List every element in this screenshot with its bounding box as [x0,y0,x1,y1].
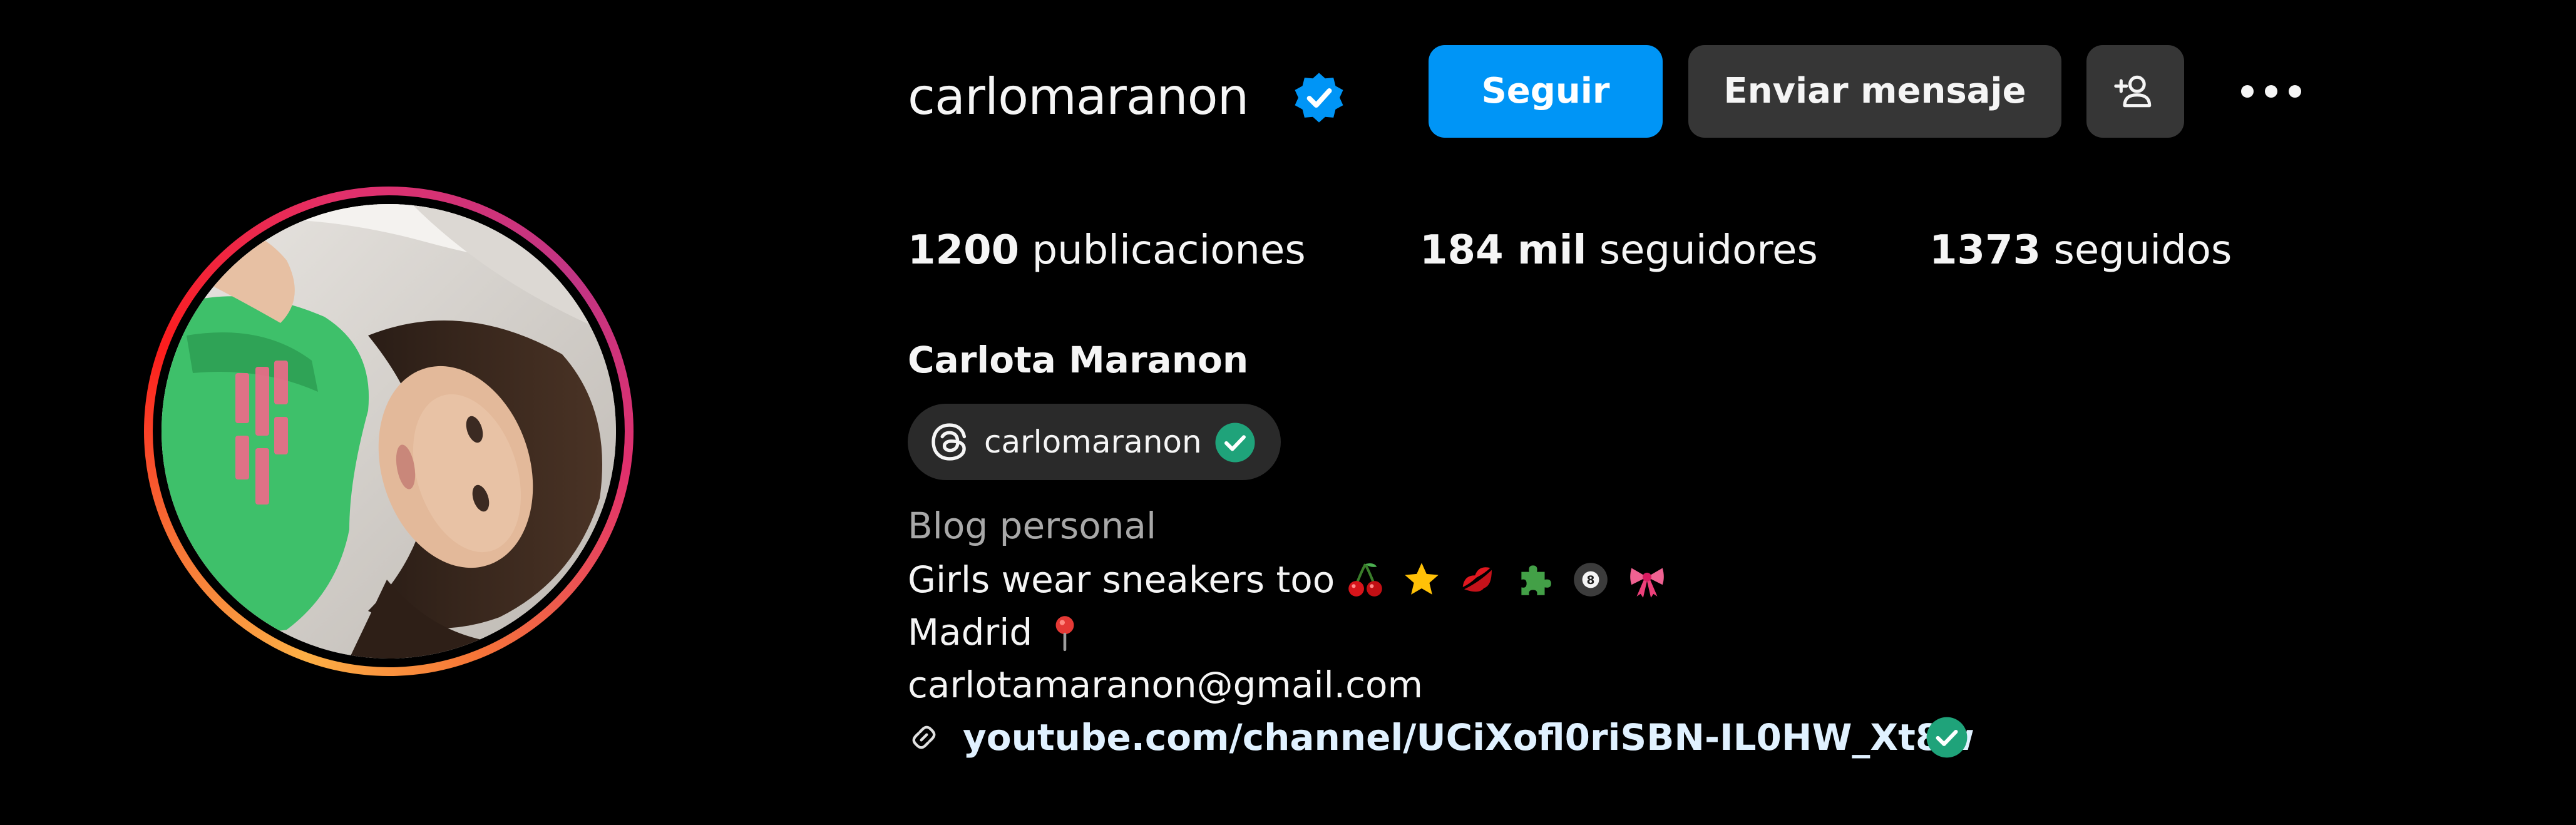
profile-username: carlomaranon [908,68,1249,126]
threads-icon [931,423,967,461]
bio-email: carlotamaranon@gmail.com [908,664,1423,706]
star-icon [1405,563,1439,595]
round-pushpin-icon [1055,616,1074,652]
link-icon [912,725,936,749]
followers-link[interactable]: 184 mil seguidores [1420,220,1818,280]
profile-category: Blog personal [908,505,1157,547]
send-message-button[interactable]: Enviar mensaje [1688,45,2061,138]
8-ball-icon: 8 [1574,563,1608,597]
verified-badge-icon [1295,73,1343,123]
ribbon-icon [1630,568,1664,598]
story-ring[interactable] [144,187,634,676]
followers-label: seguidores [1599,227,1818,274]
verified-check-icon [1215,423,1255,463]
posts-label: publicaciones [1032,227,1306,274]
puzzle-piece-icon [1521,565,1551,595]
threads-badge[interactable]: carlomaranon [908,404,1281,480]
followers-number: 184 mil [1420,227,1587,274]
bio-text: Girls wear sneakers too [908,558,1335,601]
profile-photo [162,204,616,658]
following-link[interactable]: 1373 seguidos [1929,220,2232,280]
following-label: seguidos [2053,227,2232,274]
suggested-accounts-button[interactable] [2086,45,2184,138]
following-number: 1373 [1929,227,2041,274]
kiss-mark-icon [1462,567,1492,592]
profile-page: carlomaranon Seguir Enviar mensaje 1200 … [0,0,2576,825]
full-name: Carlota Maranon [908,339,1249,381]
svg-text:8: 8 [1587,574,1595,587]
follow-button[interactable]: Seguir [1429,45,1663,138]
external-link-text[interactable]: youtube.com/channel/UCiXofl0riSBN-IL0HW_… [963,711,1974,764]
posts-count: 1200 publicaciones [908,220,1306,280]
threads-handle: carlomaranon [984,424,1202,460]
add-person-icon [2114,75,2152,108]
cherries-icon [1348,563,1382,597]
verified-check-icon [1926,717,1968,758]
posts-number: 1200 [908,227,1020,274]
more-options-icon[interactable] [2237,74,2305,109]
bio-location: Madrid [908,611,1033,653]
avatar[interactable] [162,204,616,658]
